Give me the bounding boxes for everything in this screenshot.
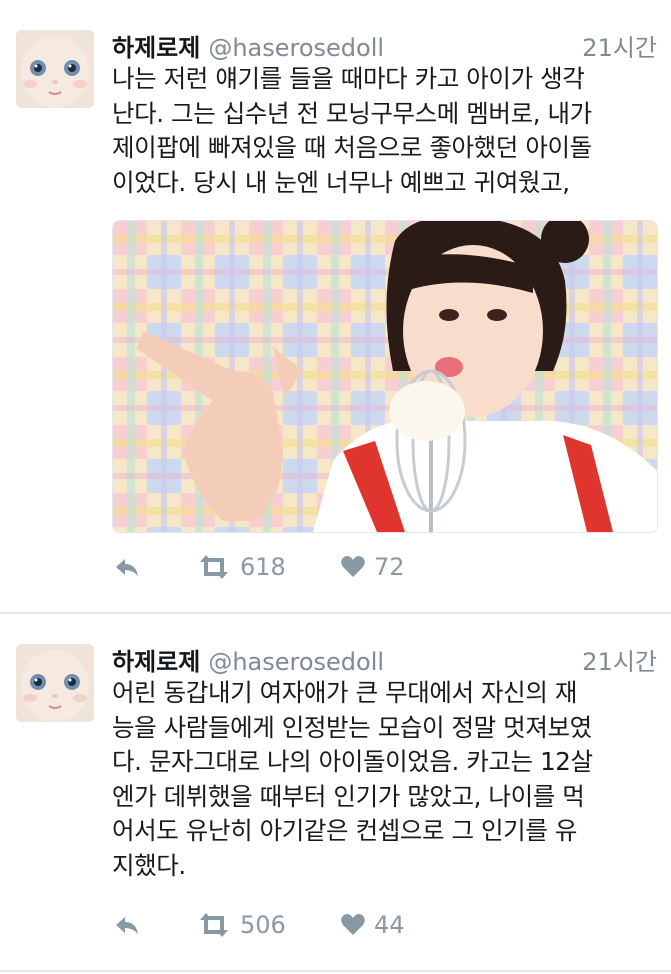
reply-button[interactable] <box>112 550 142 584</box>
user-handle[interactable]: @haserosedoll <box>208 34 384 62</box>
timestamp[interactable]: 21시간 <box>582 28 657 63</box>
like-count: 72 <box>374 553 405 581</box>
display-name[interactable]: 하제로제 <box>112 648 200 676</box>
tweet-text: 어린 동갑내기 여자애가 큰 무대에서 자신의 재 능을 사람들에게 인정받는 … <box>112 678 593 880</box>
tweet-header: 하제로제 @haserosedoll 21시간 <box>112 28 657 62</box>
tweet-actions: 618 72 <box>112 550 612 584</box>
retweet-button[interactable]: 506 <box>196 908 286 942</box>
like-button[interactable]: 72 <box>340 550 405 584</box>
like-count: 44 <box>374 911 405 939</box>
display-name[interactable]: 하제로제 <box>112 34 200 62</box>
user-handle[interactable]: @haserosedoll <box>208 648 384 676</box>
photo-girl-with-whisk-image <box>113 221 657 532</box>
doll-face-avatar-image <box>16 30 94 108</box>
avatar[interactable] <box>16 644 94 722</box>
tweet-header: 하제로제 @haserosedoll 21시간 <box>112 642 657 676</box>
like-button[interactable]: 44 <box>340 908 405 942</box>
heart-icon <box>341 914 365 935</box>
tweet-divider <box>0 970 671 972</box>
retweet-count: 506 <box>240 911 286 939</box>
retweet-button[interactable]: 618 <box>196 550 286 584</box>
tweet-text: 나는 저런 얘기를 들을 때마다 카고 아이가 생각 난다. 그는 십수년 전 … <box>112 64 592 197</box>
tweet-media-image[interactable] <box>112 220 658 533</box>
tweet-actions: 506 44 <box>112 908 612 942</box>
reply-button[interactable] <box>112 908 142 942</box>
retweet-icon <box>200 913 228 937</box>
retweet-count: 618 <box>240 553 286 581</box>
tweet-item[interactable]: 하제로제 @haserosedoll 21시간 어린 동갑내기 여자애가 큰 무대… <box>0 614 671 970</box>
retweet-icon <box>200 555 228 579</box>
reply-icon <box>116 917 138 934</box>
avatar[interactable] <box>16 30 94 108</box>
timestamp[interactable]: 21시간 <box>582 642 657 677</box>
reply-icon <box>116 559 138 576</box>
heart-icon <box>341 556 365 577</box>
doll-face-avatar-image <box>16 644 94 722</box>
tweet-item[interactable]: 하제로제 @haserosedoll 21시간 나는 저런 얘기를 들을 때마다 … <box>0 0 671 614</box>
